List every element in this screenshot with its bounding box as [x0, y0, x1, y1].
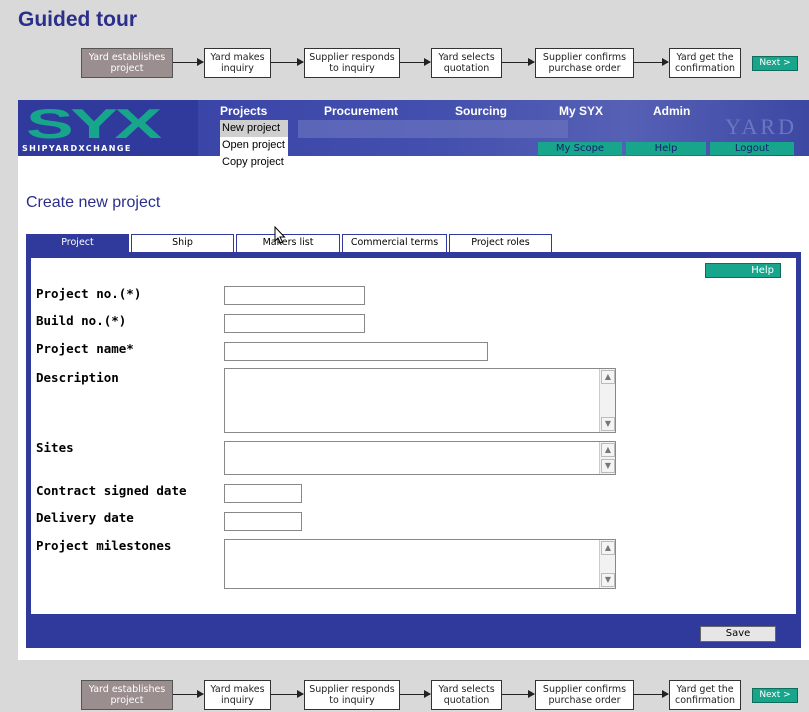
project-form-panel: Help Project no.(*) Build no.(*) Project…: [26, 252, 801, 648]
flow-step-supplier-confirms[interactable]: Supplier confirms purchase order: [535, 48, 634, 78]
sites-textarea[interactable]: ▲ ▼: [224, 441, 616, 475]
menu-sourcing[interactable]: Sourcing: [455, 104, 507, 118]
menu-item-copy-project[interactable]: Copy project: [220, 154, 288, 171]
delivery-date-label: Delivery date: [36, 510, 134, 525]
projects-dropdown-menu: New project Open project Copy project: [220, 120, 288, 171]
syx-logo[interactable]: SYX SHIPYARDXCHANGE: [18, 100, 198, 156]
guided-tour-flow-top: Yard establishes project Yard makes inqu…: [0, 48, 809, 82]
menu-item-open-project[interactable]: Open project: [220, 137, 288, 154]
logout-link[interactable]: Logout: [710, 142, 794, 155]
tab-project[interactable]: Project: [26, 234, 129, 252]
mouse-cursor-icon: [274, 226, 286, 244]
flow-arrow: [271, 690, 304, 698]
project-milestones-textarea[interactable]: ▲ ▼: [224, 539, 616, 589]
menu-my-syx[interactable]: My SYX: [559, 104, 603, 118]
flow-step-supplier-responds[interactable]: Supplier responds to inquiry: [304, 48, 400, 78]
guided-tour-flow-bottom: Yard establishes project Yard makes inqu…: [0, 680, 809, 712]
project-name-label: Project name*: [36, 341, 134, 356]
next-button[interactable]: Next >: [752, 688, 798, 703]
scroll-down-icon[interactable]: ▼: [601, 459, 615, 473]
ship-hull-graphic: [298, 120, 568, 138]
flow-arrow: [271, 58, 304, 66]
save-button[interactable]: Save: [700, 626, 776, 642]
flow-step-yard-selects[interactable]: Yard selects quotation: [431, 680, 502, 710]
flow-step-yard-selects[interactable]: Yard selects quotation: [431, 48, 502, 78]
build-no-input[interactable]: [224, 314, 365, 333]
yard-watermark: YARD: [725, 114, 797, 139]
project-no-label: Project no.(*): [36, 286, 142, 301]
build-no-label: Build no.(*): [36, 313, 127, 328]
tab-commercial-terms[interactable]: Commercial terms: [342, 234, 447, 252]
scroll-up-icon[interactable]: ▲: [601, 541, 615, 555]
scroll-up-icon[interactable]: ▲: [601, 443, 615, 457]
delivery-date-input[interactable]: [224, 512, 302, 531]
scroll-up-icon[interactable]: ▲: [601, 370, 615, 384]
scroll-down-icon[interactable]: ▼: [601, 417, 615, 431]
page-title: Create new project: [26, 194, 161, 211]
flow-step-yard-gets-confirmation[interactable]: Yard get the confirmation: [669, 48, 741, 78]
menu-item-new-project[interactable]: New project: [220, 120, 288, 137]
syx-app-window: YARD SYX SHIPYARDXCHANGE Projects Procur…: [18, 100, 809, 660]
help-link[interactable]: Help: [626, 142, 706, 155]
tab-ship[interactable]: Ship: [131, 234, 234, 252]
flow-arrow: [634, 690, 669, 698]
flow-step-yard-establishes[interactable]: Yard establishes project: [81, 680, 173, 710]
syx-logo-subtitle: SHIPYARDXCHANGE: [22, 144, 132, 153]
flow-step-yard-gets-confirmation[interactable]: Yard get the confirmation: [669, 680, 741, 710]
flow-arrow: [173, 58, 204, 66]
flow-arrow: [400, 58, 431, 66]
sites-label: Sites: [36, 440, 74, 455]
project-milestones-label: Project milestones: [36, 538, 172, 553]
flow-arrow: [502, 58, 535, 66]
milestones-scrollbar[interactable]: ▲ ▼: [599, 540, 615, 588]
flow-arrow: [634, 58, 669, 66]
project-form: Help Project no.(*) Build no.(*) Project…: [31, 258, 796, 614]
description-label: Description: [36, 370, 119, 385]
menu-procurement[interactable]: Procurement: [324, 104, 398, 118]
menu-admin[interactable]: Admin: [653, 104, 690, 118]
project-no-input[interactable]: [224, 286, 365, 305]
project-name-input[interactable]: [224, 342, 488, 361]
flow-step-yard-makes-inquiry[interactable]: Yard makes inquiry: [204, 48, 271, 78]
flow-step-supplier-responds[interactable]: Supplier responds to inquiry: [304, 680, 400, 710]
menu-projects[interactable]: Projects: [220, 104, 267, 118]
flow-arrow: [400, 690, 431, 698]
scroll-down-icon[interactable]: ▼: [601, 573, 615, 587]
flow-step-yard-establishes[interactable]: Yard establishes project: [81, 48, 173, 78]
description-scrollbar[interactable]: ▲ ▼: [599, 369, 615, 432]
contract-signed-date-input[interactable]: [224, 484, 302, 503]
flow-arrow: [502, 690, 535, 698]
next-button[interactable]: Next >: [752, 56, 798, 71]
flow-step-yard-makes-inquiry[interactable]: Yard makes inquiry: [204, 680, 271, 710]
tab-makers-list[interactable]: Makers list: [236, 234, 340, 252]
help-button[interactable]: Help: [705, 263, 781, 278]
sites-scrollbar[interactable]: ▲ ▼: [599, 442, 615, 474]
tab-project-roles[interactable]: Project roles: [449, 234, 552, 252]
syx-logo-mark: SYX: [26, 100, 162, 147]
description-textarea[interactable]: ▲ ▼: [224, 368, 616, 433]
flow-step-supplier-confirms[interactable]: Supplier confirms purchase order: [535, 680, 634, 710]
header-banner: YARD SYX SHIPYARDXCHANGE Projects Procur…: [18, 100, 809, 156]
my-scope-link[interactable]: My Scope: [538, 142, 622, 155]
contract-signed-date-label: Contract signed date: [36, 483, 187, 498]
flow-arrow: [173, 690, 204, 698]
tour-title: Guided tour: [18, 8, 137, 31]
